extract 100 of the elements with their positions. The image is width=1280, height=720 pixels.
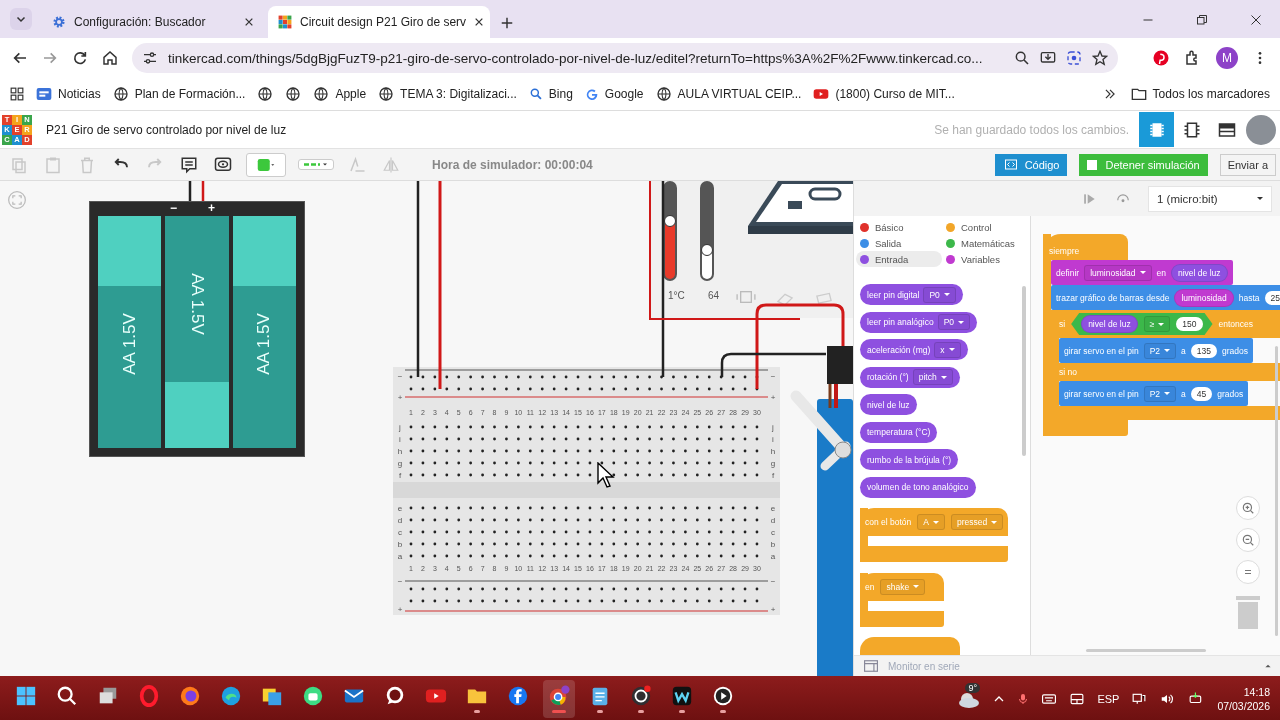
close-icon[interactable] xyxy=(1250,14,1262,26)
reload-icon[interactable] xyxy=(72,50,88,66)
tab-list-button[interactable] xyxy=(10,8,32,30)
bookmark-link[interactable]: Google xyxy=(584,87,644,101)
block-label: leer pin analógico xyxy=(867,317,934,327)
code-button[interactable]: Código xyxy=(994,153,1068,176)
reporter-block[interactable]: temperatura (°C) xyxy=(860,421,938,443)
scrollbar[interactable] xyxy=(1275,346,1278,636)
bookmark-globe-icon[interactable] xyxy=(285,86,302,102)
expand-icon[interactable] xyxy=(1264,662,1272,670)
zoom-in-button[interactable] xyxy=(1236,496,1260,520)
apps-grid-icon[interactable] xyxy=(10,87,24,101)
reporter-block[interactable]: luminosidad xyxy=(1174,288,1234,307)
bookmark-link[interactable]: Noticias xyxy=(36,86,101,102)
reporter-block[interactable]: aceleración (mg) x xyxy=(860,339,968,360)
bookmark-link[interactable]: Bing xyxy=(528,87,573,101)
light-slider[interactable] xyxy=(700,181,714,281)
reporter-block[interactable]: volumen de tono analógico xyxy=(860,476,976,498)
forward-icon[interactable] xyxy=(42,50,58,66)
wire[interactable] xyxy=(661,181,665,377)
bookmark-globe-icon[interactable] xyxy=(257,86,274,102)
news-icon xyxy=(36,86,52,102)
if-else-block[interactable]: si nivel de luz ≥ 150 entonces girar servo en el pin P2 a 135 grados si no girar servo en el pin P2 a 45 grados xyxy=(1051,310,1280,420)
reporter-block[interactable]: leer pin analógico P0 xyxy=(860,311,978,333)
send-to-button[interactable]: Enviar a xyxy=(1219,153,1276,176)
code-block[interactable]: trazar gráfico de barras desde luminosidad hasta 25 xyxy=(1051,285,1280,310)
wire[interactable] xyxy=(755,303,845,389)
site-info-icon[interactable] xyxy=(142,50,158,66)
home-icon[interactable] xyxy=(102,50,118,66)
display-icon[interactable] xyxy=(1069,691,1086,706)
all-bookmarks-link[interactable]: Todos los marcadores xyxy=(1130,86,1270,102)
category-item[interactable]: Variables xyxy=(942,251,1028,267)
bookmark-link[interactable]: Plan de Formación... xyxy=(112,86,246,102)
back-icon[interactable] xyxy=(12,50,28,66)
category-item[interactable]: Salida xyxy=(856,235,942,251)
block-dropdown[interactable]: pitch xyxy=(912,369,953,385)
bookmark-link[interactable]: TEMA 3: Digitalizaci... xyxy=(378,86,517,102)
number-input[interactable]: 25 xyxy=(1264,290,1280,305)
number-input[interactable]: 45 xyxy=(1190,386,1213,401)
comparison-block[interactable]: nivel de luz ≥ 150 xyxy=(1071,313,1213,335)
code-block[interactable]: girar servo en el pin P2 a 135 grados xyxy=(1059,338,1253,363)
scrollbar[interactable] xyxy=(1022,286,1026,456)
wire[interactable] xyxy=(720,352,826,377)
reporter-block[interactable]: leer pin digital P0 xyxy=(860,284,963,305)
profile-avatar[interactable]: M xyxy=(1216,47,1238,69)
row-label: i xyxy=(399,435,401,444)
address-bar[interactable]: tinkercad.com/things/5dgBjgFuzT9-p21-giro-de-servo-controlado-por-nivel-de-luz/editel?returnTo=https%3A%2F%2Fwww.tinkercad.co... xyxy=(132,43,1118,73)
reporter-block[interactable]: nivel de luz xyxy=(1081,315,1138,333)
pin-logo-icon[interactable] xyxy=(1152,49,1170,67)
category-item[interactable]: Básico xyxy=(856,219,942,235)
plus-icon[interactable] xyxy=(500,16,514,30)
device-dropdown[interactable]: 1 (micro:bit) xyxy=(1148,185,1272,212)
language-indicator[interactable]: ESP xyxy=(1097,692,1120,705)
close-icon[interactable] xyxy=(244,17,254,27)
clock[interactable]: 14:18 07/03/2026 xyxy=(1217,685,1270,712)
lens-icon[interactable] xyxy=(1066,50,1082,66)
zoom-out-button[interactable] xyxy=(1236,528,1260,552)
category-item[interactable]: Matemáticas xyxy=(942,235,1028,251)
reporter-block[interactable]: rumbo de la brújula (°) xyxy=(860,449,959,470)
keyboard-icon[interactable] xyxy=(1041,691,1058,706)
star-icon[interactable] xyxy=(1092,50,1108,66)
globe-icon xyxy=(313,86,330,102)
project-title[interactable]: P21 Giro de servo controlado por nivel de luz xyxy=(46,122,287,137)
servo-motor[interactable] xyxy=(790,346,853,676)
bookmark-link[interactable]: AULA VIRTUAL CEIP... xyxy=(655,86,802,102)
restore-icon[interactable] xyxy=(1196,14,1208,26)
reporter-block[interactable]: nivel de luz xyxy=(1171,263,1228,282)
block-dropdown[interactable]: P2 xyxy=(1143,385,1177,402)
code-block[interactable]: girar servo en el pin P2 a 45 grados xyxy=(1059,381,1249,406)
battery-pack[interactable]: − + AA 1.5V AA 1.5V AA 1.5V xyxy=(89,201,305,457)
block-dropdown[interactable]: P2 xyxy=(1143,342,1177,359)
install-icon[interactable] xyxy=(1040,50,1056,66)
wire[interactable] xyxy=(416,181,420,377)
slider-thumb[interactable] xyxy=(701,244,713,257)
category-item[interactable]: Control xyxy=(942,219,1028,235)
bookmark-link[interactable]: (1800) Curso de MIT... xyxy=(813,86,955,102)
browser-tab[interactable]: Circuit design P21 Giro de serv xyxy=(268,6,490,38)
breadboard[interactable] xyxy=(393,367,780,615)
scrollbar[interactable] xyxy=(1086,649,1206,652)
code-block[interactable]: definir luminosidad en nivel de luz xyxy=(1051,260,1233,285)
caret-icon xyxy=(913,585,920,588)
block-dropdown[interactable]: luminosidad xyxy=(1084,264,1152,281)
browser-tab[interactable]: Configuración: Buscador xyxy=(42,6,264,38)
bookmark-link[interactable]: Apple xyxy=(313,86,367,102)
slider-thumb[interactable] xyxy=(664,215,676,228)
number-input[interactable]: 135 xyxy=(1190,343,1217,358)
close-icon[interactable] xyxy=(474,17,485,27)
color-swatch-button[interactable] xyxy=(246,152,286,177)
block-dropdown[interactable]: x xyxy=(934,341,961,358)
reporter-block[interactable]: nivel de luz xyxy=(860,394,917,415)
block-dropdown[interactable]: P0 xyxy=(937,314,971,330)
number-input[interactable]: 150 xyxy=(1176,317,1203,331)
zoom-icon[interactable] xyxy=(1014,50,1030,66)
wire[interactable] xyxy=(188,181,192,201)
view-toggle-button[interactable] xyxy=(1139,112,1174,147)
wire[interactable] xyxy=(649,181,801,320)
block-dropdown[interactable]: P0 xyxy=(923,286,956,303)
reporter-block[interactable]: rotación (°) pitch xyxy=(860,366,960,388)
category-item[interactable]: Entrada xyxy=(856,251,942,267)
network-icon[interactable] xyxy=(1131,691,1148,706)
